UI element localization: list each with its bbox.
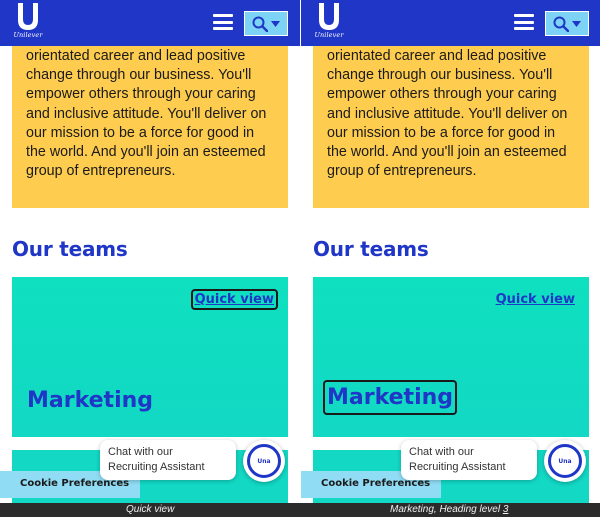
caption-right-text: Marketing, Heading level bbox=[390, 504, 503, 515]
promo-text: orientated career and lead positive chan… bbox=[327, 48, 568, 180]
team-card-title: Marketing bbox=[322, 380, 458, 415]
team-card-marketing[interactable]: Quick view Marketing bbox=[12, 277, 288, 437]
search-icon bbox=[252, 16, 268, 32]
chat-line-1: Chat with our bbox=[108, 446, 173, 458]
site-header: Unilever bbox=[301, 0, 600, 46]
caption-right-level: 3 bbox=[502, 504, 509, 515]
hamburger-menu-icon[interactable] bbox=[514, 14, 534, 32]
unilever-u-icon bbox=[18, 3, 38, 30]
caption-right: Marketing, Heading level 3 bbox=[390, 504, 508, 515]
promo-text: orientated career and lead positive chan… bbox=[26, 48, 267, 180]
logo-wordmark: Unilever bbox=[13, 31, 43, 39]
caret-down-icon bbox=[271, 20, 280, 27]
quick-view-link[interactable]: Quick view bbox=[190, 289, 279, 310]
caption-left: Quick view bbox=[126, 504, 175, 515]
promo-block: orientated career and lead positive chan… bbox=[313, 33, 589, 208]
search-button[interactable] bbox=[545, 11, 589, 36]
our-teams-heading: Our teams bbox=[313, 237, 429, 261]
unilever-u-icon bbox=[319, 3, 339, 30]
team-card-marketing[interactable]: Quick view Marketing bbox=[313, 277, 589, 437]
chat-avatar-button[interactable]: Una bbox=[243, 440, 285, 482]
chat-avatar-button[interactable]: Una bbox=[544, 440, 586, 482]
search-icon bbox=[553, 16, 569, 32]
caret-down-icon bbox=[572, 20, 581, 27]
logo-wordmark: Unilever bbox=[314, 31, 344, 39]
chat-bubble[interactable]: Chat with our Recruiting Assistant bbox=[100, 440, 236, 480]
promo-block: orientated career and lead positive chan… bbox=[12, 33, 288, 208]
chat-avatar-icon: Una bbox=[247, 444, 281, 478]
screen-reader-caption-bar: Quick view Marketing, Heading level 3 bbox=[0, 503, 600, 517]
site-header: Unilever bbox=[0, 0, 300, 46]
left-pane: Unilever orientated career and lead posi… bbox=[0, 0, 300, 503]
hamburger-menu-icon[interactable] bbox=[213, 14, 233, 32]
chat-line-1: Chat with our bbox=[409, 446, 474, 458]
unilever-logo[interactable]: Unilever bbox=[10, 2, 46, 42]
our-teams-heading: Our teams bbox=[12, 237, 128, 261]
team-card-title: Marketing bbox=[27, 388, 154, 413]
right-pane: Unilever orientated career and lead posi… bbox=[301, 0, 600, 503]
quick-view-link[interactable]: Quick view bbox=[494, 291, 577, 308]
chat-line-2: Recruiting Assistant bbox=[409, 461, 506, 473]
search-button[interactable] bbox=[244, 11, 288, 36]
chat-bubble[interactable]: Chat with our Recruiting Assistant bbox=[401, 440, 537, 480]
chat-line-2: Recruiting Assistant bbox=[108, 461, 205, 473]
unilever-logo[interactable]: Unilever bbox=[311, 2, 347, 42]
chat-avatar-icon: Una bbox=[548, 444, 582, 478]
